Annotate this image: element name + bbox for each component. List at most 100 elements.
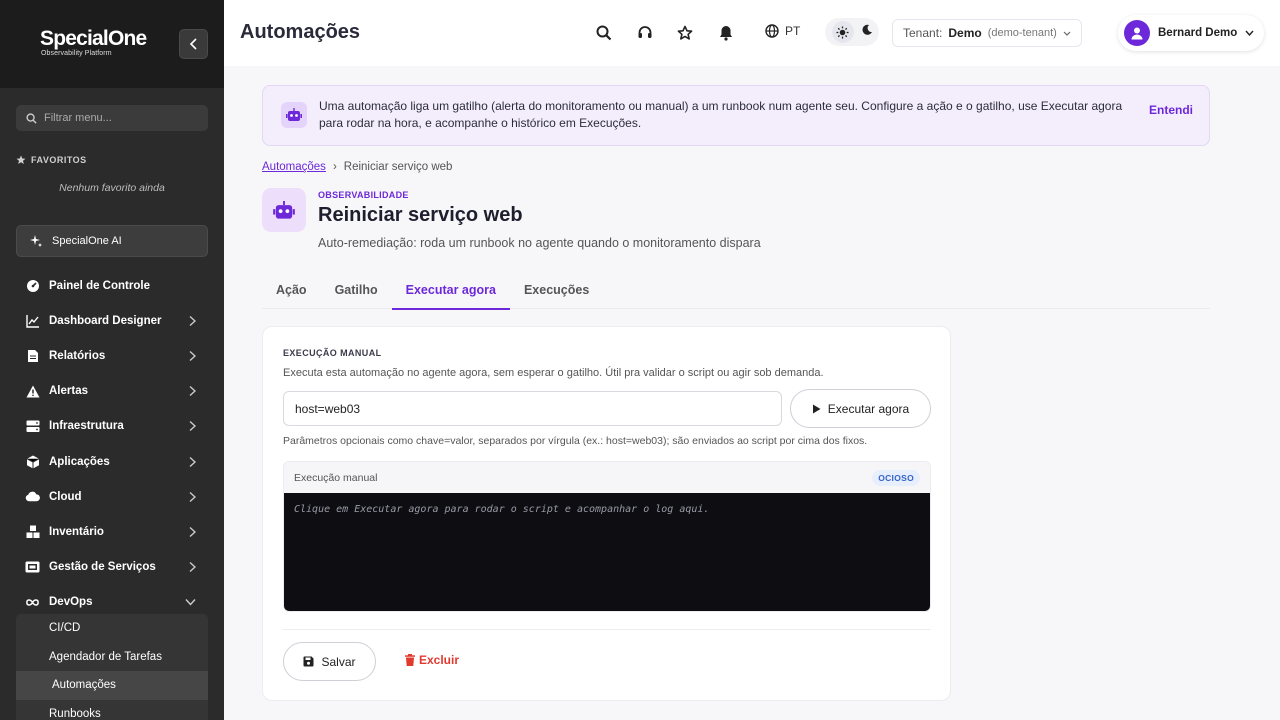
sidebar-item-cloud[interactable]: Cloud bbox=[16, 479, 208, 514]
search-button[interactable] bbox=[594, 23, 614, 43]
chevron-right-icon bbox=[189, 491, 196, 502]
notifications-button[interactable] bbox=[716, 23, 736, 43]
light-mode-button[interactable] bbox=[831, 21, 854, 43]
tab-gatilho[interactable]: Gatilho bbox=[321, 270, 392, 309]
page-title: Automações bbox=[240, 21, 361, 43]
specialone-ai-button[interactable]: SpecialOne AI bbox=[16, 225, 208, 257]
menu-filter[interactable] bbox=[16, 105, 208, 131]
globe-icon bbox=[765, 24, 779, 38]
tenant-selector[interactable]: Tenant: Demo (demo-tenant) bbox=[892, 19, 1082, 47]
dark-mode-button[interactable] bbox=[861, 23, 873, 41]
sidebar-item-label: Painel de Controle bbox=[49, 279, 150, 292]
tab-execucoes[interactable]: Execuções bbox=[510, 270, 603, 309]
breadcrumb: Automações › Reiniciar serviço web bbox=[262, 161, 452, 173]
floppy-disk-icon bbox=[303, 656, 314, 667]
chevron-down-icon bbox=[1063, 31, 1071, 36]
chevron-right-icon bbox=[189, 386, 196, 397]
play-icon bbox=[812, 404, 821, 413]
console-header: Execução manual OCIOSO bbox=[284, 462, 930, 493]
automation-category: OBSERVABILIDADE bbox=[318, 190, 409, 200]
boxes-icon bbox=[25, 524, 40, 539]
user-icon bbox=[1131, 27, 1143, 40]
favorite-button[interactable] bbox=[675, 23, 695, 43]
sidebar-item-dashboard-designer[interactable]: Dashboard Designer bbox=[16, 303, 208, 338]
support-button[interactable] bbox=[635, 23, 655, 43]
user-menu[interactable]: Bernard Demo bbox=[1118, 15, 1264, 51]
server-icon bbox=[25, 419, 40, 434]
chevron-right-icon bbox=[189, 456, 196, 467]
manual-execution-card: EXECUÇÃO MANUAL Executa esta automação n… bbox=[262, 326, 951, 701]
star-icon bbox=[16, 155, 26, 164]
parameters-hint: Parâmetros opcionais como chave=valor, s… bbox=[283, 435, 868, 447]
robot-icon bbox=[281, 102, 307, 128]
star-outline-icon bbox=[677, 25, 693, 40]
tab-acao[interactable]: Ação bbox=[262, 270, 321, 309]
section-description: Executa esta automação no agente agora, … bbox=[283, 367, 824, 379]
sidebar-item-alertas[interactable]: Alertas bbox=[16, 374, 208, 409]
cloud-icon bbox=[25, 489, 40, 504]
cube-icon bbox=[25, 454, 40, 469]
brand-area: SpecialOne Observability Platform bbox=[0, 0, 224, 88]
run-now-button[interactable]: Executar agora bbox=[790, 389, 931, 428]
automation-description: Auto-remediação: roda um runbook no agen… bbox=[318, 236, 761, 250]
language-label: PT bbox=[785, 24, 801, 38]
infinity-icon bbox=[25, 595, 40, 610]
sidebar-item-label: DevOps bbox=[49, 596, 93, 609]
sidebar-item-painel[interactable]: Painel de Controle bbox=[16, 268, 208, 303]
console-log[interactable]: Clique em Executar agora para rodar o sc… bbox=[284, 493, 930, 611]
user-name: Bernard Demo bbox=[1158, 27, 1238, 39]
sidebar-item-label: Infraestrutura bbox=[49, 420, 124, 433]
favorites-title: FAVORITOS bbox=[16, 155, 87, 165]
menu-filter-input[interactable] bbox=[44, 112, 194, 124]
delete-label: Excluir bbox=[419, 653, 460, 667]
favorites-empty: Nenhum favorito ainda bbox=[59, 182, 165, 194]
trash-icon bbox=[405, 654, 415, 666]
sidebar-item-aplicacoes[interactable]: Aplicações bbox=[16, 444, 208, 479]
search-icon bbox=[26, 112, 37, 124]
divider bbox=[283, 629, 931, 630]
automation-title: Reiniciar serviço web bbox=[318, 204, 523, 226]
sidebar-subitem-automacoes[interactable]: Automações bbox=[16, 671, 208, 700]
console-title: Execução manual bbox=[294, 471, 378, 484]
breadcrumb-root-link[interactable]: Automações bbox=[262, 161, 326, 173]
breadcrumb-separator: › bbox=[332, 161, 337, 173]
collapse-sidebar-button[interactable] bbox=[179, 29, 208, 59]
banner-dismiss-button[interactable]: Entendi bbox=[1149, 103, 1193, 117]
breadcrumb-current: Reiniciar serviço web bbox=[343, 161, 453, 173]
parameters-input[interactable] bbox=[283, 391, 782, 426]
specialone-ai-label: SpecialOne AI bbox=[52, 235, 122, 247]
tab-executar-agora[interactable]: Executar agora bbox=[391, 270, 511, 310]
tab-bar: Ação Gatilho Executar agora Execuções bbox=[262, 270, 1210, 310]
section-title: EXECUÇÃO MANUAL bbox=[283, 348, 382, 358]
sidebar-subitem-agendador[interactable]: Agendador de Tarefas bbox=[16, 643, 208, 672]
sidebar-item-inventario[interactable]: Inventário bbox=[16, 514, 208, 549]
chevron-right-icon bbox=[189, 526, 196, 537]
delete-button[interactable]: Excluir bbox=[405, 653, 459, 667]
sidebar-subitem-runbooks[interactable]: Runbooks bbox=[16, 700, 208, 720]
moon-icon bbox=[862, 24, 872, 35]
sidebar-item-label: Alertas bbox=[49, 385, 88, 398]
sun-icon bbox=[836, 25, 849, 39]
theme-toggle[interactable] bbox=[825, 18, 879, 46]
avatar bbox=[1124, 20, 1150, 46]
logo-tagline: Observability Platform bbox=[41, 50, 112, 57]
sidebar-item-gestao-servicos[interactable]: Gestão de Serviços bbox=[16, 550, 208, 585]
sidebar-item-label: Aplicações bbox=[49, 455, 110, 468]
sidebar-item-relatorios[interactable]: Relatórios bbox=[16, 338, 208, 373]
sidebar-item-label: Cloud bbox=[49, 490, 82, 503]
language-selector[interactable]: PT bbox=[765, 24, 800, 38]
chevron-right-icon bbox=[189, 421, 196, 432]
sidebar-item-label: Inventário bbox=[49, 525, 104, 538]
sidebar-item-infraestrutura[interactable]: Infraestrutura bbox=[16, 409, 208, 444]
logo[interactable]: SpecialOne Observability Platform bbox=[40, 28, 147, 58]
save-button[interactable]: Salvar bbox=[283, 642, 376, 681]
headset-icon bbox=[638, 26, 652, 38]
status-badge: OCIOSO bbox=[872, 469, 920, 486]
sidebar-subitem-cicd[interactable]: CI/CD bbox=[16, 614, 208, 643]
info-banner: Uma automação liga um gatilho (alerta do… bbox=[262, 85, 1210, 146]
sparkle-icon bbox=[30, 235, 42, 247]
favorites-title-text: FAVORITOS bbox=[31, 155, 87, 165]
top-bar: Automações PT Tenant: Demo (demo-tenant)… bbox=[224, 0, 1280, 66]
execution-console: Execução manual OCIOSO Clique em Executa… bbox=[283, 461, 931, 612]
chevron-down-icon bbox=[1245, 30, 1254, 36]
